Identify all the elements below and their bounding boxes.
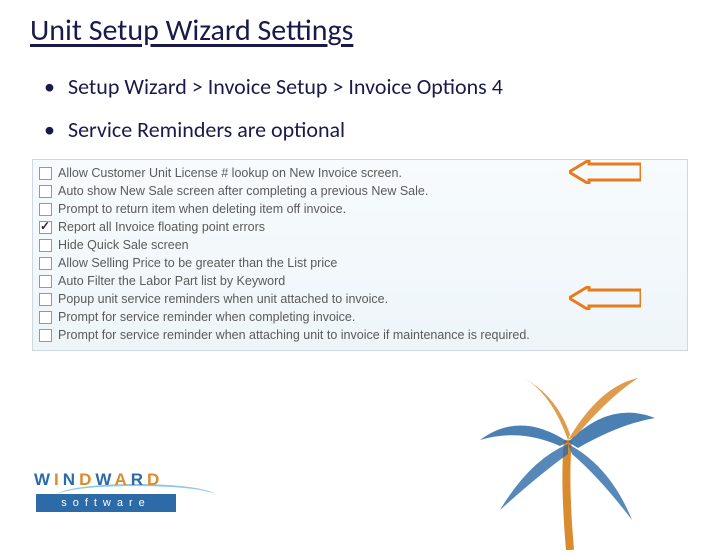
option-row: Prompt for service reminder when complet…	[39, 308, 681, 326]
checkbox[interactable]	[39, 185, 52, 198]
option-label: Hide Quick Sale screen	[58, 238, 189, 252]
checkbox[interactable]	[39, 329, 52, 342]
bullet-item: Setup Wizard > Invoice Setup > Invoice O…	[44, 73, 698, 100]
highlight-arrow-icon	[569, 160, 641, 184]
options-panel: Allow Customer Unit License # lookup on …	[32, 159, 688, 351]
option-label: Prompt to return item when deleting item…	[58, 202, 346, 216]
checkbox[interactable]	[39, 203, 52, 216]
option-label: Report all Invoice floating point errors	[58, 220, 265, 234]
brand-sub: software	[36, 494, 176, 512]
option-label: Prompt for service reminder when complet…	[58, 310, 355, 324]
checkbox[interactable]	[39, 167, 52, 180]
option-row: Allow Selling Price to be greater than t…	[39, 254, 681, 272]
page-title: Unit Setup Wizard Settings	[30, 12, 698, 49]
option-row: Prompt to return item when deleting item…	[39, 200, 681, 218]
brand-logo: WINDWARD software	[34, 452, 204, 522]
option-label: Auto Filter the Labor Part list by Keywo…	[58, 274, 285, 288]
bullet-item: Service Reminders are optional	[44, 116, 698, 143]
option-label: Allow Customer Unit License # lookup on …	[58, 166, 402, 180]
brand-name: WINDWARD	[34, 470, 163, 490]
option-row: Report all Invoice floating point errors	[39, 218, 681, 236]
option-row: Auto show New Sale screen after completi…	[39, 182, 681, 200]
checkbox[interactable]	[39, 239, 52, 252]
palm-tree-icon	[460, 370, 660, 550]
footer: WINDWARD software	[0, 420, 720, 540]
option-label: Popup unit service reminders when unit a…	[58, 292, 388, 306]
option-label: Allow Selling Price to be greater than t…	[58, 256, 337, 270]
option-label: Auto show New Sale screen after completi…	[58, 184, 428, 198]
logo-swoosh-icon	[56, 484, 216, 496]
checkbox[interactable]	[39, 293, 52, 306]
checkbox[interactable]	[39, 275, 52, 288]
checkbox[interactable]	[39, 311, 52, 324]
option-row: Hide Quick Sale screen	[39, 236, 681, 254]
checkbox[interactable]	[39, 257, 52, 270]
bullet-list: Setup Wizard > Invoice Setup > Invoice O…	[44, 73, 698, 143]
checkbox[interactable]	[39, 221, 52, 234]
highlight-arrow-icon	[569, 286, 641, 310]
option-label: Prompt for service reminder when attachi…	[58, 328, 530, 342]
option-row: Prompt for service reminder when attachi…	[39, 326, 681, 344]
